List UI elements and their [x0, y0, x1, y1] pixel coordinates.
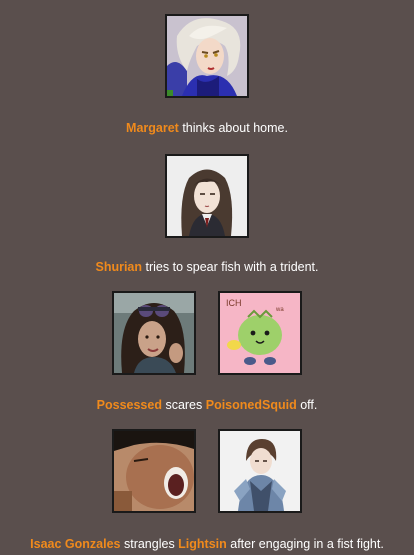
action-text: thinks about home. — [178, 121, 288, 135]
tribute-name: PoisonedSquid — [205, 398, 297, 412]
svg-text:ICH: ICH — [226, 298, 242, 308]
action-text: strangles — [120, 537, 179, 551]
event-avatars: ICH wa — [112, 291, 302, 375]
event-avatars — [165, 14, 249, 98]
tribute-avatar-poisonedsquid: ICH wa — [218, 291, 302, 375]
event-text: Isaac Gonzales strangles Lightsin after … — [30, 536, 384, 552]
tribute-name: Isaac Gonzales — [30, 537, 121, 551]
action-text: scares — [161, 398, 206, 412]
event-4: Isaac Gonzales strangles Lightsin after … — [0, 429, 414, 552]
tribute-avatar-margaret — [165, 14, 249, 98]
tribute-name: Possessed — [96, 398, 162, 412]
action-text: off. — [296, 398, 318, 412]
tribute-avatar-lightsin — [218, 429, 302, 513]
action-text: after engaging in a fist fight. — [226, 537, 384, 551]
event-text: Shurian tries to spear fish with a tride… — [95, 259, 318, 275]
event-text: Possessed scares PoisonedSquid off. — [97, 397, 318, 413]
tribute-avatar-isaac-gonzales — [112, 429, 196, 513]
event-avatars — [165, 154, 249, 238]
event-text: Margaret thinks about home. — [126, 120, 288, 136]
tribute-avatar-possessed — [112, 291, 196, 375]
tribute-avatar-shurian — [165, 154, 249, 238]
event-3: ICH wa Possessed scares PoisonedSquid of… — [0, 291, 414, 413]
tribute-name: Shurian — [95, 260, 143, 274]
tribute-name: Margaret — [126, 121, 179, 135]
svg-text:wa: wa — [275, 307, 284, 313]
event-2: Shurian tries to spear fish with a tride… — [0, 154, 414, 275]
action-text: tries to spear fish with a trident. — [142, 260, 319, 274]
event-avatars — [112, 429, 302, 513]
event-1: Margaret thinks about home. — [0, 14, 414, 136]
tribute-name: Lightsin — [178, 537, 227, 551]
